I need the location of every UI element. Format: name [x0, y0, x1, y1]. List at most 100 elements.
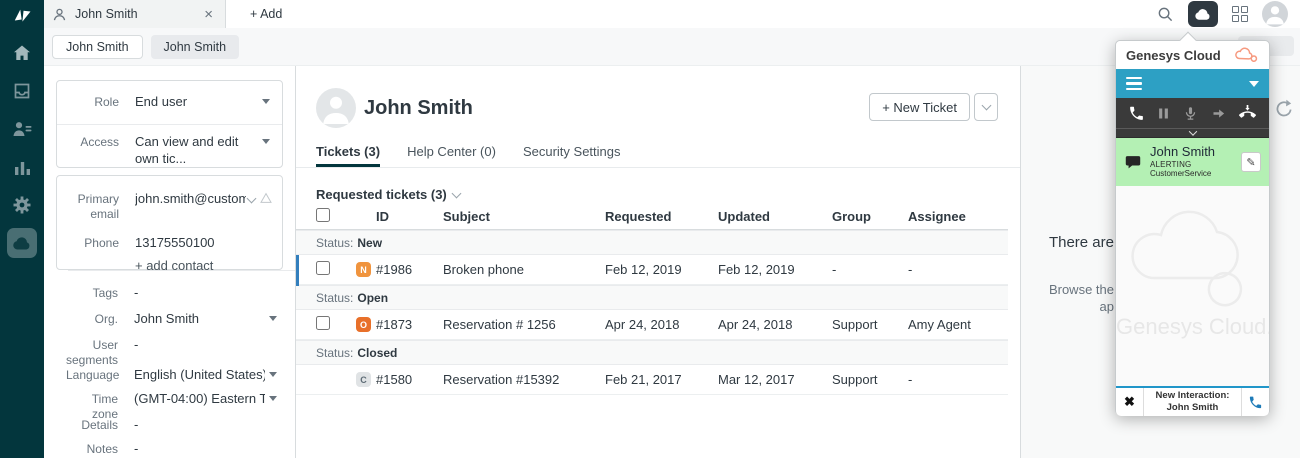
answer-call-icon[interactable] — [1128, 105, 1145, 122]
chat-bubble-icon — [1124, 154, 1142, 171]
sidebar-item-reporting[interactable] — [0, 148, 44, 186]
language-field[interactable]: Language English (United States) — [56, 366, 289, 383]
mute-microphone-icon[interactable] — [1183, 105, 1198, 122]
user-details-panel: Role End user Access Can view and edit o… — [44, 66, 296, 458]
details-field[interactable]: Details - — [56, 416, 289, 433]
app-sidebar — [0, 0, 44, 458]
user-avatar[interactable] — [1262, 1, 1288, 27]
gear-icon — [12, 195, 32, 215]
genesys-cloud-topbar-button[interactable] — [1188, 1, 1218, 27]
interaction-queue: CustomerService — [1150, 169, 1233, 178]
sidebar-item-home[interactable] — [0, 34, 44, 72]
interaction-state: ALERTING — [1150, 160, 1233, 169]
apps-grid-icon[interactable] — [1232, 6, 1248, 22]
watermark-cloud-icon — [1118, 200, 1268, 315]
tags-field[interactable]: Tags - — [56, 284, 289, 301]
pickup-call-button[interactable] — [1241, 388, 1269, 416]
end-call-icon[interactable] — [1238, 105, 1257, 122]
widget-title: Genesys Cloud — [1126, 48, 1233, 63]
user-segments-field[interactable]: User segments - — [56, 336, 289, 368]
status-badge-open: O — [356, 317, 371, 332]
warning-icon — [260, 192, 272, 204]
tab-help-center[interactable]: Help Center (0) — [407, 144, 496, 167]
breadcrumb-pill-2[interactable]: John Smith — [151, 35, 240, 59]
sidebar-item-views[interactable] — [0, 72, 44, 110]
search-icon[interactable] — [1157, 6, 1174, 23]
role-access-card: Role End user Access Can view and edit o… — [56, 80, 283, 168]
primary-email-field[interactable]: Primary email john.smith@customer.info — [57, 190, 282, 222]
breadcrumb-pill-1[interactable]: John Smith — [52, 35, 143, 59]
workspace-tab[interactable]: John Smith × — [44, 0, 226, 28]
chevron-down-icon — [262, 99, 270, 104]
status-group-closed: Status:Closed — [296, 340, 1008, 365]
status-badge-new: N — [356, 262, 371, 277]
cloud-icon — [1194, 7, 1212, 21]
add-tab-button[interactable]: + Add — [240, 0, 292, 28]
widget-footer: ✖ New Interaction: John Smith — [1116, 386, 1269, 416]
sidebar-item-customers[interactable] — [0, 110, 44, 148]
phone-icon — [1248, 395, 1263, 410]
sidebar-item-admin[interactable] — [0, 186, 44, 224]
menu-icon[interactable] — [1126, 77, 1142, 91]
table-row[interactable]: O #1873 Reservation # 1256 Apr 24, 2018 … — [296, 310, 1008, 340]
transfer-arrow-icon[interactable] — [1210, 106, 1227, 121]
top-bar: John Smith × + Add — [44, 0, 1300, 28]
reporting-icon — [13, 158, 32, 177]
profile-avatar — [316, 88, 356, 128]
notes-field[interactable]: Notes - — [56, 440, 289, 457]
person-icon — [316, 88, 356, 128]
row-checkbox[interactable] — [316, 316, 330, 330]
org-field[interactable]: Org. John Smith — [56, 310, 289, 327]
hold-icon[interactable] — [1156, 106, 1171, 121]
breadcrumb: John Smith John Smith — [44, 28, 1300, 66]
dismiss-interaction-button[interactable]: ✖ — [1116, 388, 1144, 416]
ticket-subject-link[interactable]: Reservation #15392 — [443, 372, 605, 387]
row-checkbox[interactable] — [316, 261, 330, 275]
widget-header: Genesys Cloud — [1116, 41, 1269, 69]
person-icon — [52, 7, 67, 22]
page-title: John Smith — [364, 97, 473, 120]
chevron-down-icon — [269, 316, 277, 321]
new-interaction-label: New Interaction: John Smith — [1144, 388, 1241, 416]
views-icon — [12, 81, 32, 101]
status-group-open: Status:Open — [296, 285, 1008, 310]
interaction-caller-name: John Smith — [1150, 145, 1233, 160]
table-row[interactable]: N #1986 Broken phone Feb 12, 2019 Feb 12… — [296, 255, 1008, 285]
add-contact-link[interactable]: + add contact — [57, 257, 282, 274]
main-content: John Smith + New Ticket Tickets (3) Help… — [296, 66, 1020, 458]
select-all-checkbox[interactable] — [316, 208, 330, 222]
collapse-controls-strip[interactable] — [1116, 128, 1269, 138]
access-field[interactable]: Access Can view and edit own tic... — [57, 133, 282, 167]
chevron-down-icon — [451, 189, 461, 199]
new-ticket-dropdown-button[interactable] — [974, 93, 998, 121]
tab-close-icon[interactable]: × — [200, 7, 217, 22]
table-row[interactable]: C #1580 Reservation #15392 Feb 21, 2017 … — [296, 365, 1008, 395]
ticket-subject-link[interactable]: Reservation # 1256 — [443, 317, 605, 332]
role-field[interactable]: Role End user — [57, 93, 282, 110]
ticket-id-link[interactable]: #1873 — [376, 317, 443, 332]
edit-interaction-button[interactable]: ✎ — [1241, 152, 1261, 172]
chevron-down-icon[interactable] — [1249, 81, 1259, 87]
sidebar-item-genesys-cloud[interactable] — [0, 224, 44, 262]
contact-card: Primary email john.smith@customer.info P… — [56, 175, 283, 270]
ticket-id-link[interactable]: #1986 — [376, 262, 443, 277]
tab-tickets[interactable]: Tickets (3) — [316, 144, 380, 167]
ticket-subject-link[interactable]: Broken phone — [443, 262, 605, 277]
new-ticket-button[interactable]: + New Ticket — [869, 93, 970, 121]
phone-field[interactable]: Phone 13175550100 — [57, 234, 282, 251]
genesys-cloud-widget: Genesys Cloud John Smith ALERTING Custom… — [1115, 40, 1270, 415]
chevron-down-icon — [262, 139, 270, 144]
ticket-id-link[interactable]: #1580 — [376, 372, 443, 387]
status-badge-closed: C — [356, 372, 371, 387]
chevron-down-icon[interactable] — [247, 194, 257, 204]
table-header: ID Subject Requested Updated Group Assig… — [296, 203, 1008, 230]
pencil-icon: ✎ — [1246, 156, 1255, 169]
refresh-icon[interactable] — [1273, 98, 1295, 120]
alerting-interaction-item[interactable]: John Smith ALERTING CustomerService ✎ — [1116, 138, 1269, 186]
chevron-down-icon — [1188, 127, 1196, 135]
tab-title: John Smith — [75, 7, 192, 21]
tab-security-settings[interactable]: Security Settings — [523, 144, 621, 167]
genesys-logo-icon — [1233, 46, 1259, 64]
interaction-list-area: Genesys Cloud. — [1116, 186, 1269, 386]
requested-tickets-title[interactable]: Requested tickets (3) — [316, 187, 460, 202]
